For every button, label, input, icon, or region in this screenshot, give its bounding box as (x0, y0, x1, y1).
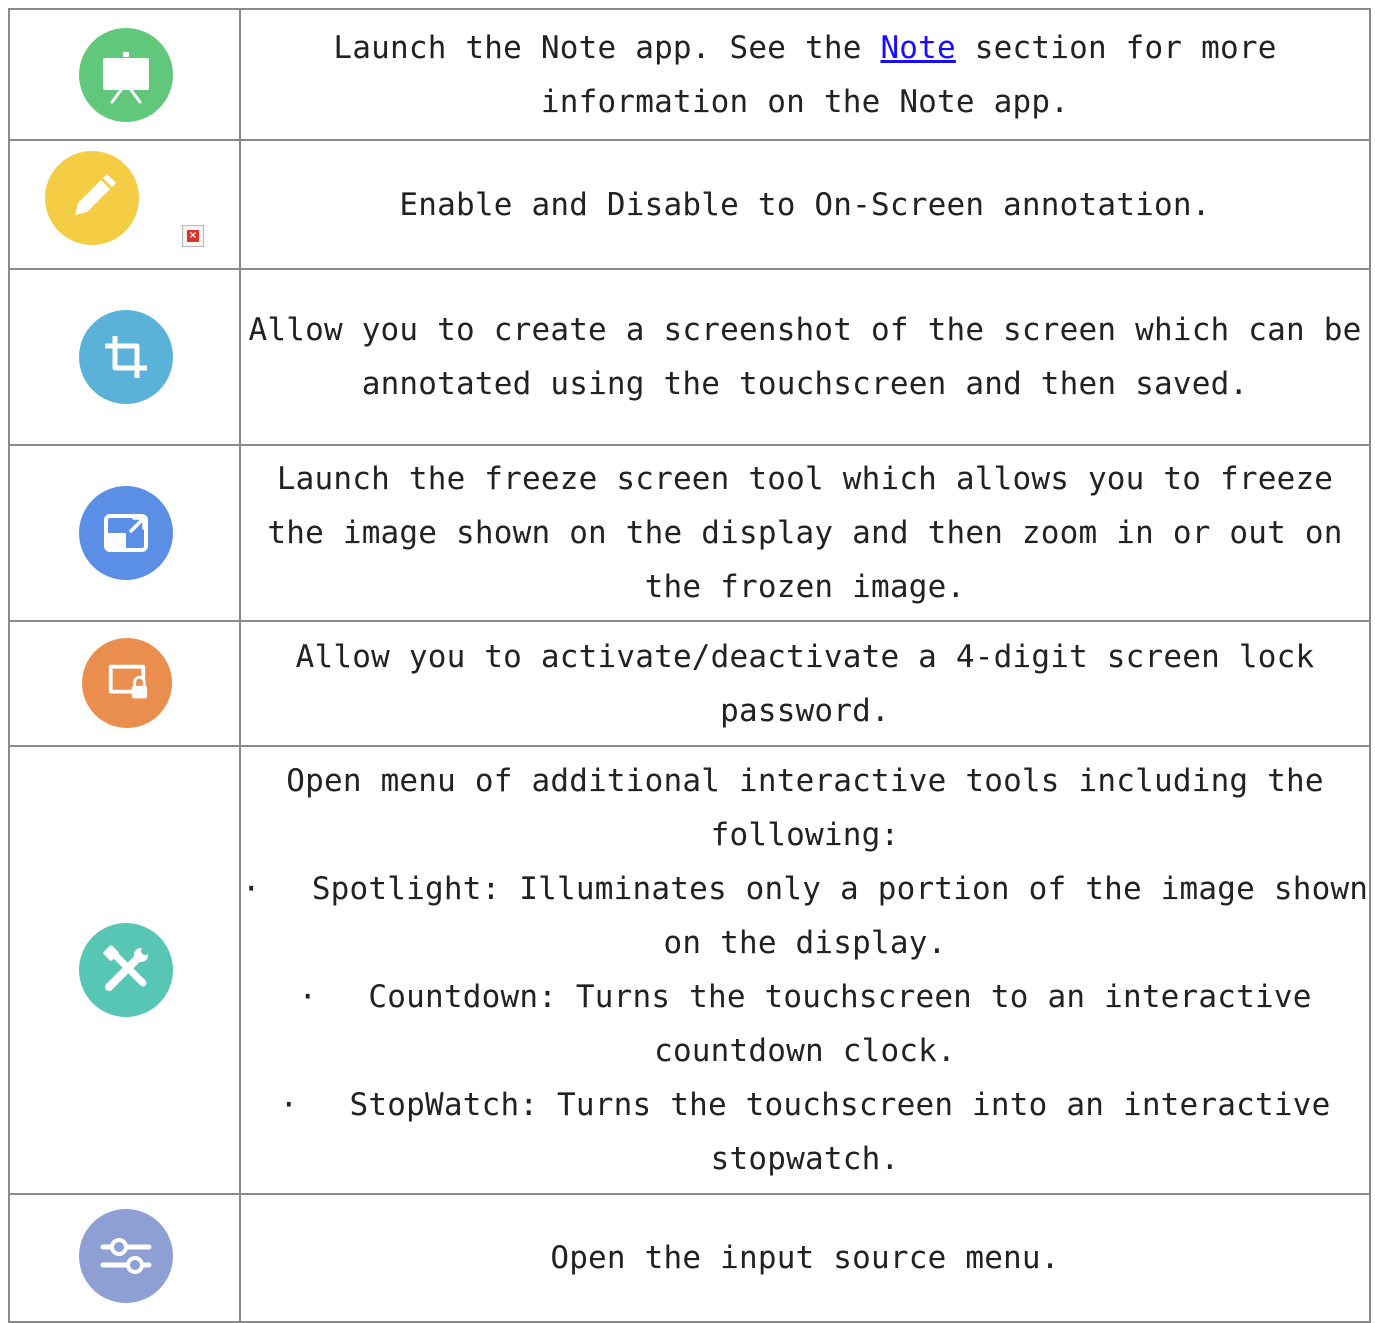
tools-intro: Open menu of additional interactive tool… (286, 763, 1324, 853)
description-cell: Enable and Disable to On-Screen annotati… (239, 139, 1371, 270)
description-cell: Allow you to activate/deactivate a 4-dig… (239, 620, 1371, 747)
feature-table: Launch the Note app. See the Note sectio… (8, 8, 1371, 1323)
table-row: Allow you to activate/deactivate a 4-dig… (8, 620, 1371, 747)
description-cell: Open menu of additional interactive tool… (239, 745, 1371, 1195)
description-text: Open the input source menu. (550, 1240, 1060, 1276)
pencil-icon[interactable] (45, 151, 139, 245)
table-row: Open the input source menu. (8, 1193, 1371, 1323)
icon-cell (8, 745, 241, 1195)
table-row: Launch the freeze screen tool which allo… (8, 444, 1371, 622)
description-text: Launch the freeze screen tool which allo… (267, 461, 1343, 605)
table-row: × Enable and Disable to On-Screen annota… (8, 139, 1371, 270)
note-section-link[interactable]: Note (880, 30, 955, 66)
tools-icon[interactable] (79, 923, 173, 1017)
icon-cell (8, 1193, 241, 1323)
description-cell: Launch the freeze screen tool which allo… (239, 444, 1371, 622)
list-item-text: Spotlight: Illuminates only a portion of… (311, 871, 1369, 961)
description-text: Allow you to activate/deactivate a 4-dig… (295, 638, 1315, 729)
icon-cell: × (8, 139, 241, 270)
resize-screen-icon[interactable] (79, 486, 173, 580)
description-text: Allow you to create a screenshot of the … (248, 312, 1362, 402)
description-cell: Allow you to create a screenshot of the … (239, 268, 1371, 446)
description-cell: Launch the Note app. See the Note sectio… (239, 8, 1371, 141)
list-item: · Countdown: Turns the touchscreen to an … (241, 970, 1369, 1078)
screen-lock-icon[interactable] (82, 638, 172, 728)
list-item: · Spotlight: Illuminates only a portion o… (241, 862, 1369, 970)
bullet: · (241, 871, 261, 907)
presentation-board-icon[interactable] (79, 28, 173, 122)
list-item: · StopWatch: Turns the touchscreen into a… (241, 1078, 1369, 1186)
bullet: · (298, 979, 318, 1015)
description-text: Launch the Note app. See the (333, 29, 881, 66)
table-row: Launch the Note app. See the Note sectio… (8, 8, 1371, 141)
table-row: Open menu of additional interactive tool… (8, 745, 1371, 1195)
broken-image-icon: × (182, 225, 204, 247)
icon-cell (8, 8, 241, 141)
list-item-text: Countdown: Turns the touchscreen to an i… (368, 979, 1312, 1069)
list-item-text: StopWatch: Turns the touchscreen into an… (349, 1087, 1331, 1177)
icon-cell (8, 620, 241, 747)
sliders-icon[interactable] (79, 1209, 173, 1303)
table-row: Allow you to create a screenshot of the … (8, 268, 1371, 446)
crop-icon[interactable] (79, 310, 173, 404)
description-cell: Open the input source menu. (239, 1193, 1371, 1323)
icon-cell (8, 444, 241, 622)
icon-cell (8, 268, 241, 446)
description-text: Enable and Disable to On-Screen annotati… (399, 186, 1211, 223)
bullet: · (279, 1087, 299, 1123)
